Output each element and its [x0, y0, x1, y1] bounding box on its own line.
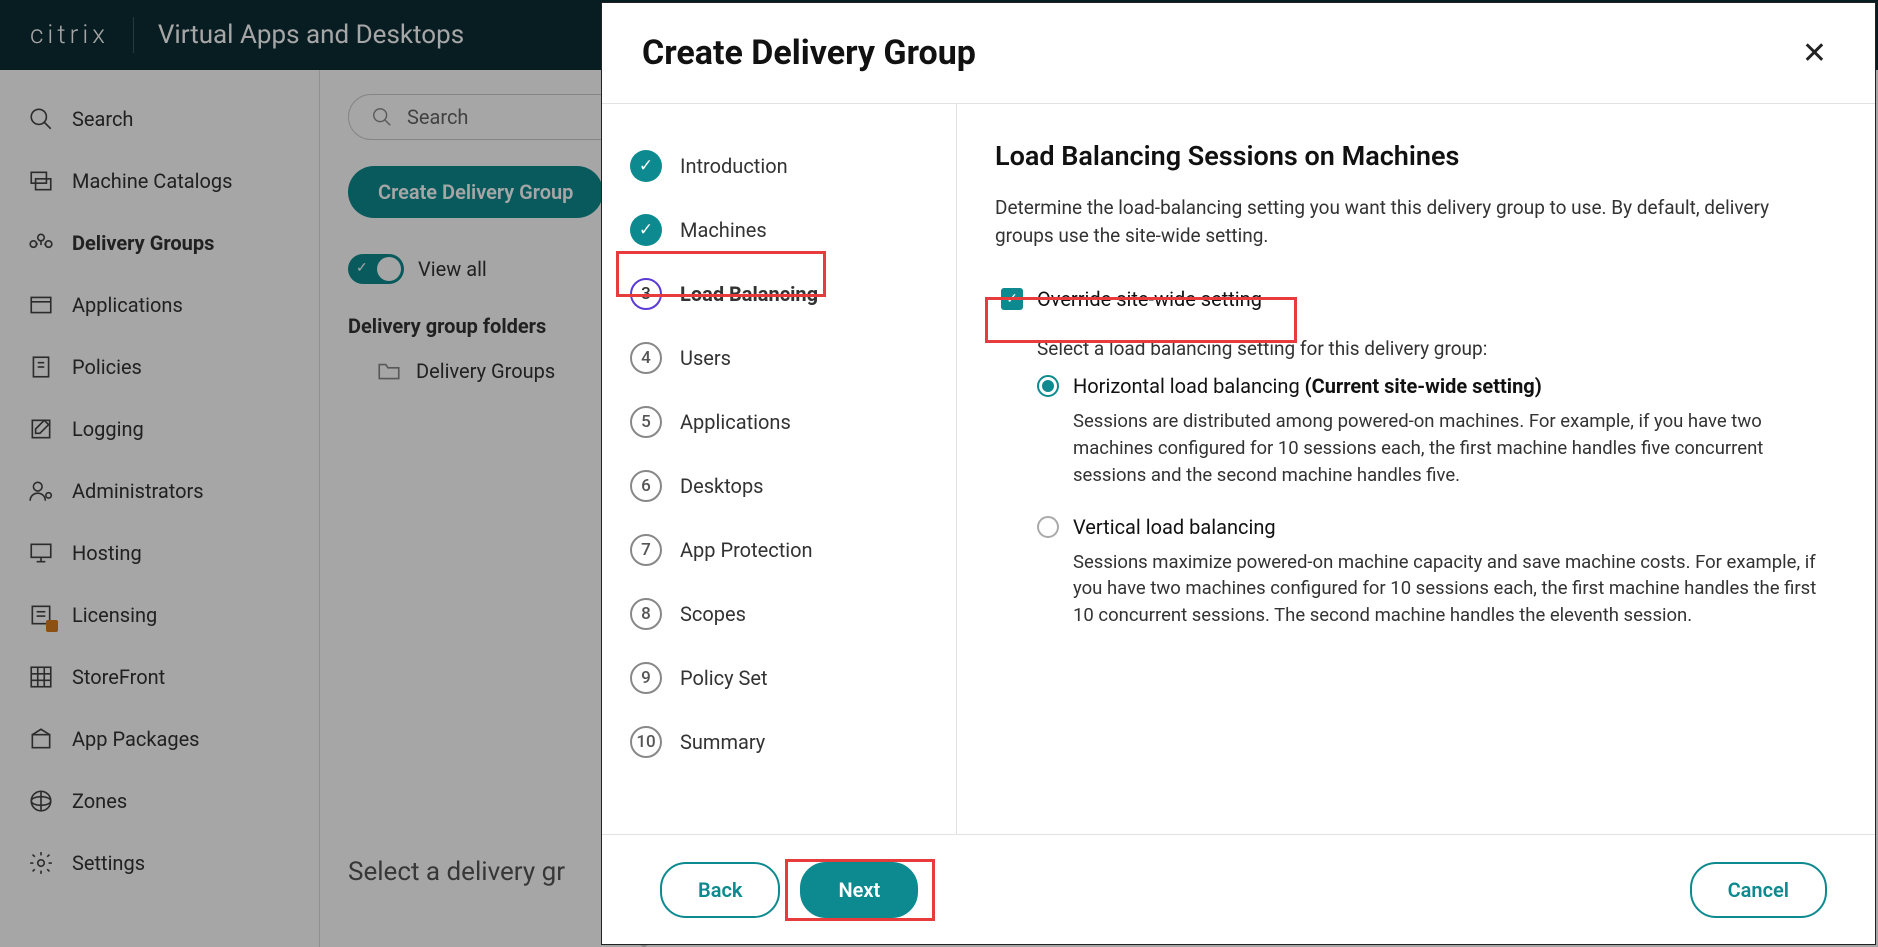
form-panel: Load Balancing Sessions on Machines Dete… — [957, 104, 1875, 834]
step-machines[interactable]: ✓ Machines — [622, 202, 932, 258]
step-number: 5 — [630, 406, 662, 438]
step-applications[interactable]: 5 Applications — [622, 394, 932, 450]
step-number: 6 — [630, 470, 662, 502]
step-number: 7 — [630, 534, 662, 566]
check-icon: ✓ — [630, 150, 662, 182]
radio-horizontal[interactable]: Horizontal load balancing (Current site-… — [1037, 374, 1827, 488]
step-label: App Protection — [680, 538, 813, 562]
step-number: 9 — [630, 662, 662, 694]
step-label: Policy Set — [680, 666, 768, 690]
steps-list: ✓Introduction ✓Machines 3Load Balancing … — [602, 104, 957, 834]
step-number: 10 — [630, 726, 662, 758]
step-number: 3 — [630, 278, 662, 310]
page-heading: Load Balancing Sessions on Machines — [995, 140, 1827, 172]
step-summary[interactable]: 10 Summary — [622, 714, 932, 770]
modal-title: Create Delivery Group — [642, 33, 976, 73]
checkbox-checked-icon: ✓ — [1001, 288, 1023, 310]
step-label: Summary — [680, 730, 765, 754]
radio-selected-icon — [1037, 375, 1059, 397]
step-label: Users — [680, 346, 731, 370]
step-app-protection[interactable]: 7 App Protection — [622, 522, 932, 578]
override-label: Override site-wide setting — [1037, 287, 1262, 311]
step-label: Machines — [680, 218, 767, 242]
back-button[interactable]: Back — [660, 862, 780, 918]
create-delivery-group-modal: Create Delivery Group ✕ ✓ Introduction ✓ M… — [601, 2, 1876, 945]
step-number: 4 — [630, 342, 662, 374]
radio-unselected-icon — [1037, 516, 1059, 538]
step-scopes[interactable]: 8 Scopes — [622, 586, 932, 642]
radio-vertical[interactable]: Vertical load balancing Sessions maximiz… — [1037, 515, 1827, 629]
radio-suffix: (Current site-wide setting) — [1305, 374, 1542, 398]
step-policy-set[interactable]: 9 Policy Set — [622, 650, 932, 706]
close-button[interactable]: ✕ — [1802, 36, 1827, 71]
step-users[interactable]: 4 Users — [622, 330, 932, 386]
step-label: Introduction — [680, 154, 788, 178]
step-introduction[interactable]: ✓ Introduction — [622, 138, 932, 194]
radio-label: Horizontal load balancing — [1073, 374, 1300, 398]
radio-description: Sessions are distributed among powered-o… — [1073, 408, 1827, 488]
step-number: 8 — [630, 598, 662, 630]
check-icon: ✓ — [630, 214, 662, 246]
radio-label: Vertical load balancing — [1073, 515, 1276, 539]
radio-description: Sessions maximize powered-on machine cap… — [1073, 549, 1827, 629]
override-checkbox-row[interactable]: ✓ Override site-wide setting — [995, 279, 1268, 319]
page-description: Determine the load-balancing setting you… — [995, 194, 1827, 249]
step-load-balancing[interactable]: 3 Load Balancing — [622, 266, 932, 322]
step-label: Scopes — [680, 602, 746, 626]
step-label: Load Balancing — [680, 282, 818, 306]
next-button[interactable]: Next — [800, 862, 918, 918]
step-label: Desktops — [680, 474, 764, 498]
cancel-button[interactable]: Cancel — [1690, 862, 1827, 918]
step-desktops[interactable]: 6 Desktops — [622, 458, 932, 514]
select-label: Select a load balancing setting for this… — [1037, 337, 1827, 360]
step-label: Applications — [680, 410, 791, 434]
